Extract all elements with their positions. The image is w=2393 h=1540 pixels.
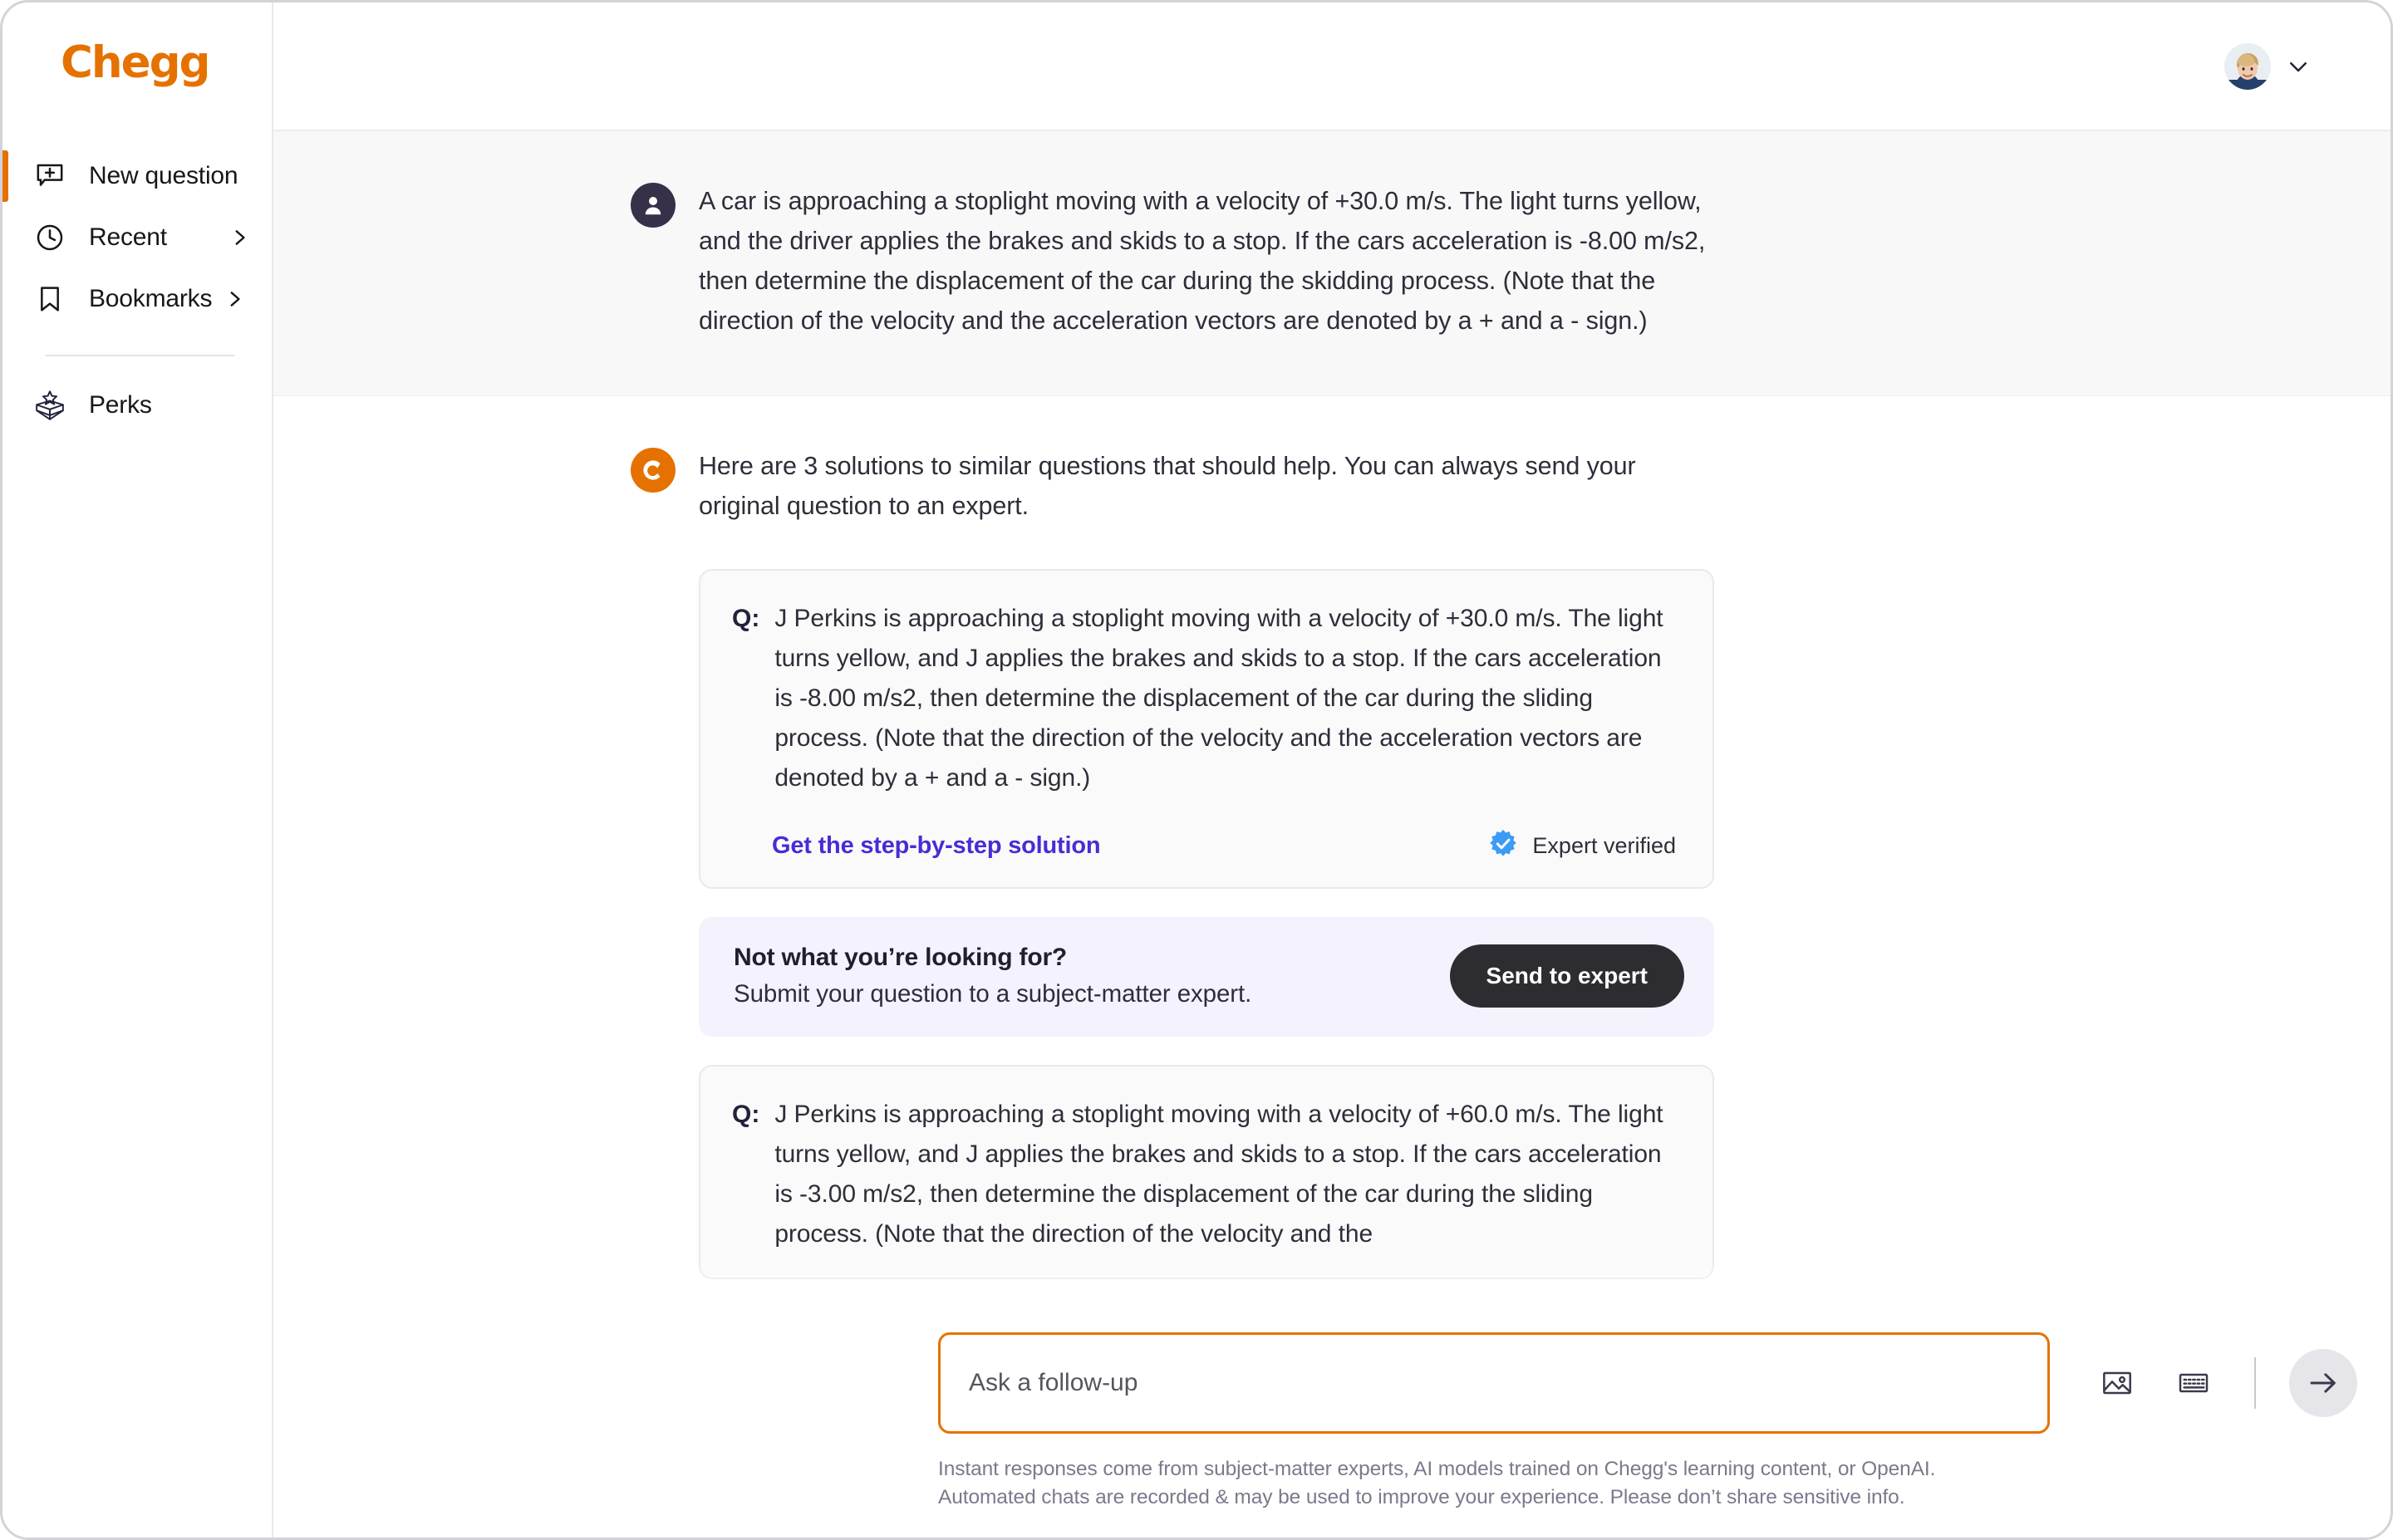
sidebar-item-recent[interactable]: Recent [2,207,272,268]
composer-disclaimer: Instant responses come from subject-matt… [544,1434,2391,1512]
sidebar: Chegg New question Recent Bookmarks Perk… [2,2,273,1538]
question-label: Q: [732,605,760,632]
expert-panel-text: Not what you’re looking for? Submit your… [734,944,1251,1008]
avatar [2224,42,2271,90]
chevron-down-icon [2286,54,2311,79]
expert-panel-subtitle: Submit your question to a subject-matter… [734,980,1252,1008]
expert-verified-label: Expert verified [1532,833,1676,858]
expert-verified-badge: Expert verified [1487,828,1676,864]
send-to-expert-button[interactable]: Send to expert [1449,944,1684,1008]
sidebar-item-label: Recent [89,223,167,251]
sidebar-item-label: Bookmarks [89,285,213,312]
composer-tools [2090,1349,2357,1417]
get-step-by-step-solution-link[interactable]: Get the step-by-step solution [772,832,1101,860]
app-window: Chegg New question Recent Bookmarks Perk… [0,0,2393,1540]
send-button[interactable] [2289,1349,2357,1417]
composer-divider [2254,1357,2256,1409]
sidebar-item-perks[interactable]: Perks [2,375,272,436]
sidebar-nav: New question Recent Bookmarks Perks [2,129,272,436]
disclaimer-line-2: Automated chats are recorded & may be us… [938,1486,1905,1508]
sidebar-group-secondary: Perks [2,356,272,436]
brand-header: Chegg [2,2,272,129]
sidebar-item-label: New question [89,162,238,189]
user-menu-button[interactable] [2224,42,2311,90]
composer-bar: Instant responses come from subject-matt… [544,1261,2391,1538]
image-upload-icon[interactable] [2090,1356,2145,1410]
user-message-block: A car is approaching a stoplight moving … [273,131,2391,396]
question-label: Q: [732,1101,760,1128]
main-panel: A car is approaching a stoplight moving … [273,2,2391,1538]
solution-card[interactable]: Q: J Perkins is approaching a stoplight … [699,1065,1714,1279]
composer-row [544,1307,2391,1434]
disclaimer-line-1: Instant responses come from subject-matt… [938,1458,1936,1480]
clock-icon [32,220,67,255]
question-text: J Perkins is approaching a stoplight mov… [774,605,1663,792]
top-bar [273,2,2391,131]
send-to-expert-panel: Not what you’re looking for? Submit your… [699,917,1714,1037]
assistant-message-text: Here are 3 solutions to similar question… [699,452,1636,520]
user-avatar-icon [631,183,676,228]
assistant-message-block: Here are 3 solutions to similar question… [273,396,2391,1307]
solution-card[interactable]: Q: J Perkins is approaching a stoplight … [699,569,1714,889]
sidebar-item-bookmarks[interactable]: Bookmarks [2,268,272,330]
chevron-right-icon [224,288,245,310]
expert-panel-title: Not what you’re looking for? [734,944,1068,971]
gift-box-star-icon [32,388,67,423]
user-message-text: A car is approaching a stoplight moving … [699,187,1706,335]
solution-cards: Q: J Perkins is approaching a stoplight … [699,569,1714,1279]
sidebar-item-new-question[interactable]: New question [2,145,272,207]
question-text: J Perkins is approaching a stoplight mov… [774,1101,1663,1248]
follow-up-input[interactable] [938,1332,2050,1434]
verified-starburst-icon [1487,828,1519,864]
bookmark-icon [32,282,67,316]
keyboard-icon[interactable] [2166,1356,2221,1410]
chegg-avatar-icon [631,448,676,493]
sidebar-item-label: Perks [89,391,152,419]
chegg-logo[interactable]: Chegg [61,41,272,85]
new-question-icon [32,159,67,194]
chevron-right-icon [228,227,250,248]
